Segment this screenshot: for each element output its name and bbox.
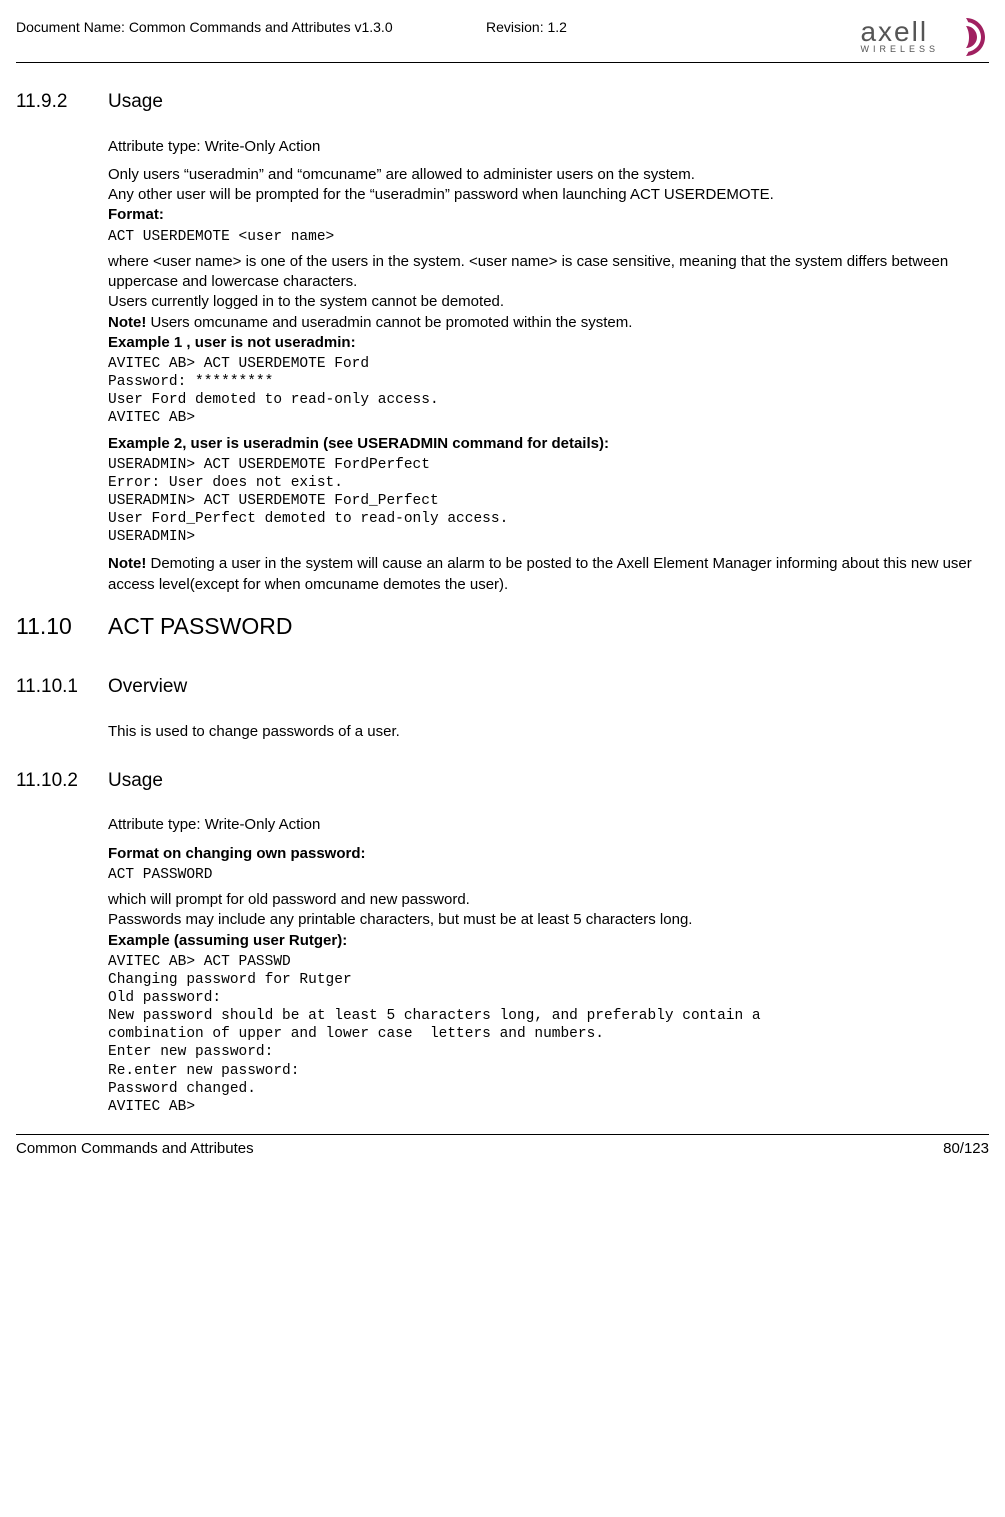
section-number: 11.10.2 <box>16 768 108 794</box>
body-text: Passwords may include any printable char… <box>108 910 981 930</box>
body-text: Any other user will be prompted for the … <box>108 185 981 205</box>
code-block: ACT PASSWORD <box>108 866 981 884</box>
note-label: Note! <box>108 555 146 572</box>
page-footer: Common Commands and Attributes 80/123 <box>16 1139 989 1159</box>
attr-type: Attribute type: Write-Only Action <box>108 137 981 157</box>
code-block: USERADMIN> ACT USERDEMOTE FordPerfect Er… <box>108 456 981 547</box>
body-text: which will prompt for old password and n… <box>108 890 981 910</box>
note-body: Demoting a user in the system will cause… <box>108 555 972 592</box>
format-label: Format on changing own password: <box>108 844 981 864</box>
section-number: 11.10 <box>16 611 108 642</box>
example-label: Example 2, user is useradmin (see USERAD… <box>108 434 981 454</box>
section-title: Usage <box>108 768 981 794</box>
body-text: where <user name> is one of the users in… <box>108 252 981 293</box>
footer-title: Common Commands and Attributes <box>16 1139 254 1159</box>
doc-name: Document Name: Common Commands and Attri… <box>16 18 393 37</box>
note-text: Note! Users omcuname and useradmin canno… <box>108 313 981 333</box>
format-label: Format: <box>108 205 981 225</box>
example-label: Example 1 , user is not useradmin: <box>108 333 981 353</box>
revision: Revision: 1.2 <box>486 18 567 37</box>
note-body: Users omcuname and useradmin cannot be p… <box>146 314 632 331</box>
code-block: AVITEC AB> ACT USERDEMOTE Ford Password:… <box>108 355 981 428</box>
example-label: Example (assuming user Rutger): <box>108 931 981 951</box>
section-title: ACT PASSWORD <box>108 611 981 642</box>
note-text: Note! Demoting a user in the system will… <box>108 554 981 595</box>
body-text: Users currently logged in to the system … <box>108 292 981 312</box>
header-rule <box>16 62 989 63</box>
brand-logo-text: axell <box>860 19 939 44</box>
code-block: ACT USERDEMOTE <user name> <box>108 228 981 246</box>
note-label: Note! <box>108 314 146 331</box>
wireless-swoosh-icon <box>943 14 989 60</box>
code-block: AVITEC AB> ACT PASSWD Changing password … <box>108 953 981 1116</box>
page-number: 80/123 <box>943 1139 989 1159</box>
section-title: Usage <box>108 89 981 115</box>
page-header: Document Name: Common Commands and Attri… <box>16 18 989 60</box>
section-title: Overview <box>108 674 981 700</box>
section-number: 11.9.2 <box>16 89 108 115</box>
brand-logo: axell WIRELESS <box>860 14 989 60</box>
body-text: Only users “useradmin” and “omcuname” ar… <box>108 165 981 185</box>
attr-type: Attribute type: Write-Only Action <box>108 815 981 835</box>
footer-rule <box>16 1134 989 1135</box>
brand-logo-subtext: WIRELESS <box>860 43 939 55</box>
body-text: This is used to change passwords of a us… <box>108 722 981 742</box>
section-number: 11.10.1 <box>16 674 108 700</box>
